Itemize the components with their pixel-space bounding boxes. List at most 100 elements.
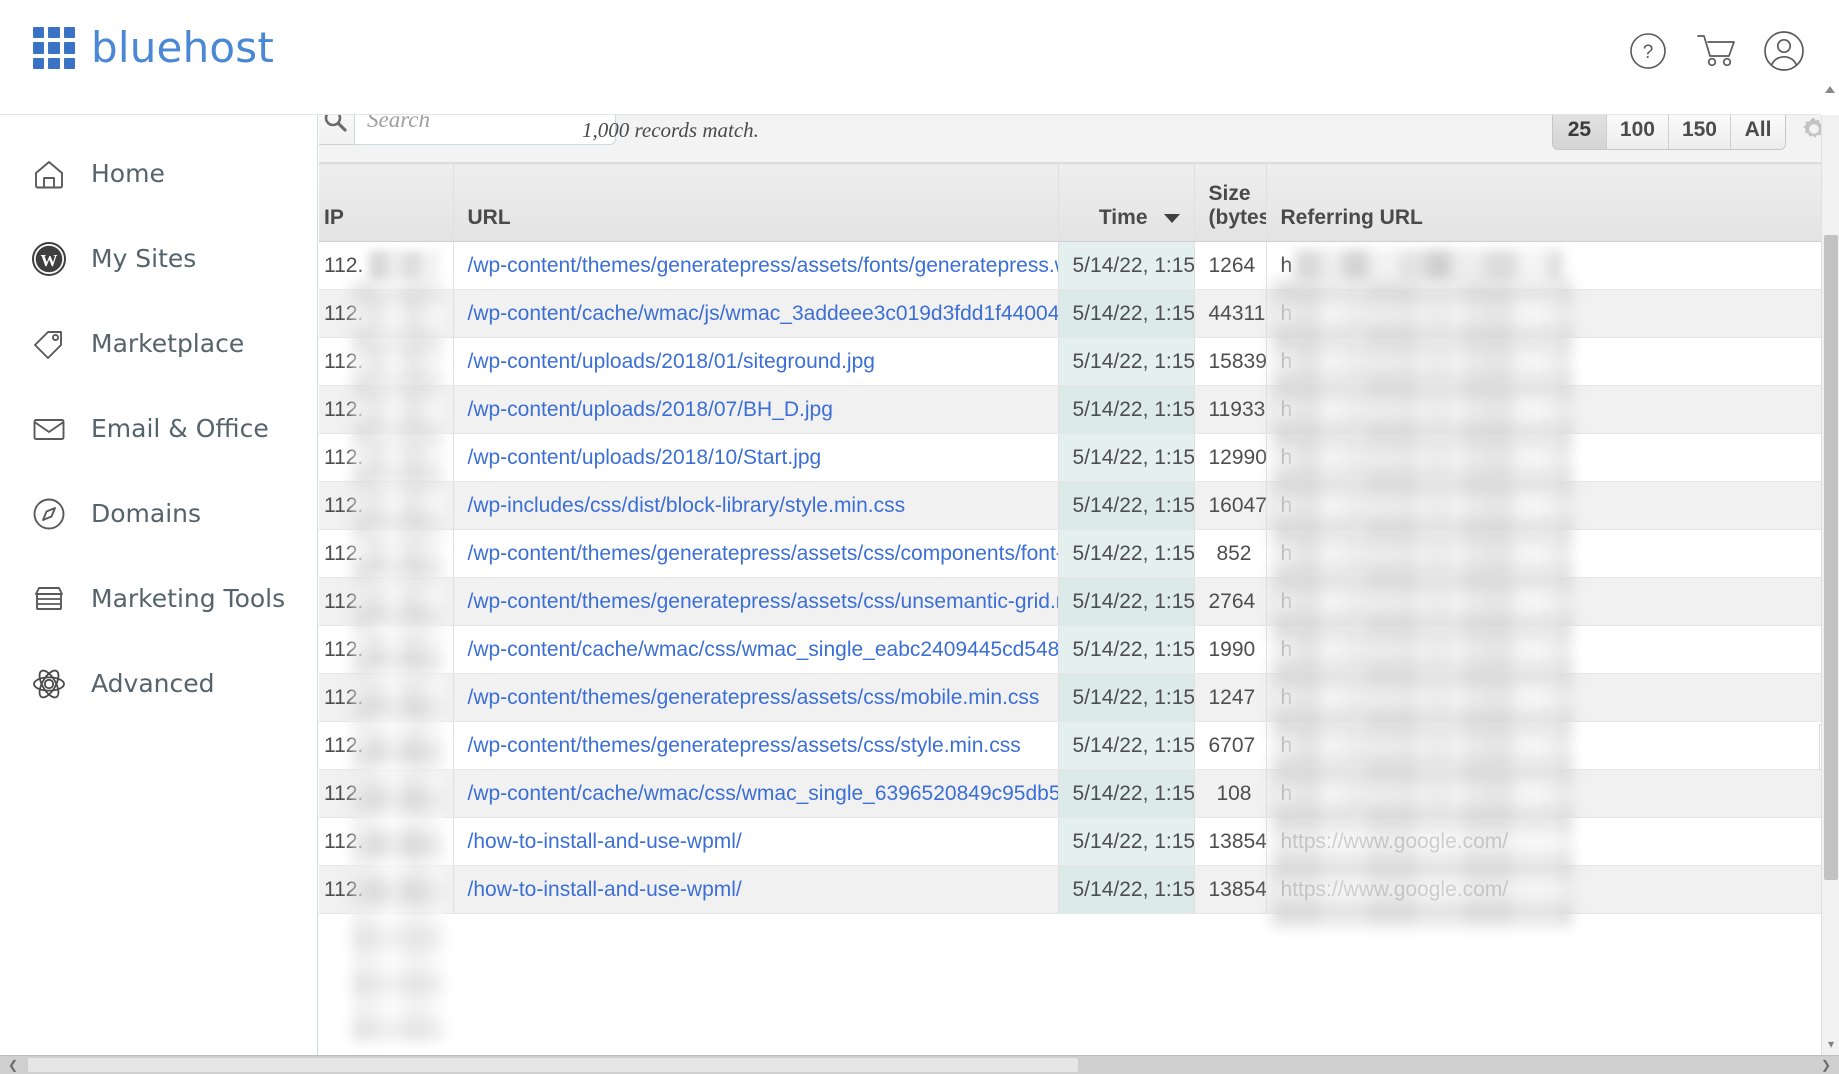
url-link[interactable]: /wp-content/cache/wmac/css/wmac_single_e… <box>468 638 1058 661</box>
vertical-scrollbar-thumb[interactable] <box>1824 235 1838 880</box>
page-size-100[interactable]: 100 <box>1606 115 1669 149</box>
table-row[interactable]: 112. /wp-content/themes/generatepress/ass… <box>319 721 1839 770</box>
cell-referring-url: h <box>1266 769 1839 818</box>
scroll-left-arrow-icon[interactable]: ❮ <box>2 1056 24 1074</box>
log-table-scroll-region[interactable]: IP URL Time Size (byte Referring URL 112… <box>319 163 1839 1056</box>
table-row[interactable]: 112. /wp-content/cache/wmac/css/wmac_sing… <box>319 625 1839 674</box>
ip-prefix: 112. <box>324 541 364 565</box>
url-link[interactable]: /wp-content/themes/generatepress/assets/… <box>468 686 1040 709</box>
scroll-right-arrow-icon[interactable]: ❯ <box>1815 1056 1837 1074</box>
atom-icon <box>29 664 69 704</box>
column-header-size[interactable]: Size (bytes) <box>1194 163 1267 242</box>
column-header-time[interactable]: Time <box>1058 163 1195 242</box>
cell-ip: 112. <box>319 289 454 338</box>
url-link[interactable]: /how-to-install-and-use-wpml/ <box>468 878 742 901</box>
ip-prefix: 112. <box>324 349 364 373</box>
cell-ip: 112. <box>319 241 454 290</box>
table-row[interactable]: 112. /wp-content/cache/wmac/js/wmac_3adde… <box>319 289 1839 338</box>
sidebar-item-email-office[interactable]: Email & Office <box>0 386 317 471</box>
url-link[interactable]: /wp-content/uploads/2018/07/BH_D.jpg <box>468 398 833 421</box>
table-row[interactable]: 112. /wp-content/uploads/2018/07/BH_D.jpg… <box>319 385 1839 434</box>
url-link[interactable]: /wp-content/uploads/2018/01/siteground.j… <box>468 350 875 373</box>
scroll-down-arrow-icon[interactable]: ▾ <box>1822 1035 1839 1053</box>
url-link[interactable]: /wp-content/cache/wmac/css/wmac_single_6… <box>468 782 1058 805</box>
page-size-all[interactable]: All <box>1731 115 1785 149</box>
vertical-scrollbar[interactable]: ▾ <box>1821 115 1839 1055</box>
svg-text:?: ? <box>1643 42 1654 63</box>
account-icon[interactable] <box>1763 30 1805 72</box>
sidebar-item-marketing-tools[interactable]: Marketing Tools <box>0 556 317 641</box>
referrer-redacted-block <box>1295 393 1564 426</box>
table-row[interactable]: 112. /wp-content/uploads/2018/10/Start.jp… <box>319 433 1839 482</box>
cell-ip: 112. <box>319 337 454 386</box>
ip-redacted-block <box>369 346 439 377</box>
sidebar-item-advanced[interactable]: Advanced <box>0 641 317 726</box>
ip-redacted-block <box>369 778 439 809</box>
table-row[interactable]: 112. /wp-content/uploads/2018/01/sitegrou… <box>319 337 1839 386</box>
cell-time: 5/14/22, 1:15 AM <box>1058 433 1195 482</box>
cart-icon[interactable] <box>1695 30 1737 72</box>
sidebar-item-label: My Sites <box>91 244 197 273</box>
search-icon[interactable] <box>319 115 354 145</box>
cell-ip: 112. <box>319 625 454 674</box>
cell-ip: 112. <box>319 577 454 626</box>
ip-redacted-block <box>369 442 439 473</box>
url-link[interactable]: /wp-content/themes/generatepress/assets/… <box>468 734 1021 757</box>
referrer-text: https://www.google.com/ <box>1280 829 1509 853</box>
sidebar-item-home[interactable]: Home <box>0 131 317 216</box>
table-row[interactable]: 112. /wp-content/themes/generatepress/ass… <box>319 673 1839 722</box>
referrer-prefix: h <box>1280 397 1293 421</box>
table-row[interactable]: 112. /wp-content/cache/wmac/css/wmac_sing… <box>319 769 1839 818</box>
storefront-icon <box>29 579 69 619</box>
cell-url: /wp-content/cache/wmac/css/wmac_single_6… <box>453 769 1059 818</box>
cell-size: 11933 <box>1194 385 1267 434</box>
url-link[interactable]: /wp-includes/css/dist/block-library/styl… <box>468 494 906 517</box>
table-row[interactable]: 112. /wp-content/themes/generatepress/ass… <box>319 577 1839 626</box>
url-link[interactable]: /wp-content/themes/generatepress/assets/… <box>468 542 1058 565</box>
primary-sidebar: Home W My Sites Marketplace Email & Offi… <box>0 115 318 1074</box>
url-link[interactable]: /wp-content/themes/generatepress/assets/… <box>468 590 1058 613</box>
cell-size: 1247 <box>1194 673 1267 722</box>
url-link[interactable]: /wp-content/themes/generatepress/assets/… <box>468 254 1058 277</box>
cell-time: 5/14/22, 1:15 AM <box>1058 289 1195 338</box>
page-size-25[interactable]: 25 <box>1552 115 1607 149</box>
column-header-ip[interactable]: IP <box>319 163 454 242</box>
url-link[interactable]: /wp-content/uploads/2018/10/Start.jpg <box>468 446 822 469</box>
cell-url: /wp-content/uploads/2018/01/siteground.j… <box>453 337 1059 386</box>
cell-time: 5/14/22, 1:15 AM <box>1058 337 1195 386</box>
cell-size: 108 <box>1194 769 1267 818</box>
cell-url: /wp-content/themes/generatepress/assets/… <box>453 577 1059 626</box>
ip-prefix: 112. <box>324 877 364 901</box>
help-icon[interactable]: ? <box>1627 30 1669 72</box>
ip-prefix: 112. <box>324 781 364 805</box>
table-row[interactable]: 112. /wp-includes/css/dist/block-library/… <box>319 481 1839 530</box>
column-header-url[interactable]: URL <box>453 163 1059 242</box>
table-row[interactable]: 112. /wp-content/themes/generatepress/ass… <box>319 241 1839 290</box>
table-row[interactable]: 112. /wp-content/themes/generatepress/ass… <box>319 529 1839 578</box>
sidebar-item-marketplace[interactable]: Marketplace <box>0 301 317 386</box>
search-input[interactable] <box>354 115 616 145</box>
referrer-redacted-block <box>1295 297 1564 330</box>
url-link[interactable]: /how-to-install-and-use-wpml/ <box>468 830 742 853</box>
sidebar-item-my-sites[interactable]: W My Sites <box>0 216 317 301</box>
horizontal-scrollbar-thumb[interactable] <box>28 1058 1078 1072</box>
referrer-redacted-block <box>1295 777 1564 810</box>
horizontal-scrollbar[interactable]: ❮ ❯ <box>0 1055 1839 1074</box>
referrer-redacted-block <box>1295 729 1564 762</box>
url-link[interactable]: /wp-content/cache/wmac/js/wmac_3addeee3c… <box>468 302 1058 325</box>
table-row[interactable]: 112. /how-to-install-and-use-wpml/5/14/22… <box>319 865 1839 914</box>
svg-text:W: W <box>41 251 58 270</box>
search-box <box>319 115 616 145</box>
cell-time: 5/14/22, 1:15 AM <box>1058 481 1195 530</box>
table-row[interactable]: 112. /how-to-install-and-use-wpml/5/14/22… <box>319 817 1839 866</box>
bluehost-logo[interactable]: bluehost <box>33 27 274 69</box>
cell-referring-url: h <box>1266 241 1839 290</box>
records-match-label: 1,000 records match. <box>582 118 759 142</box>
ip-redacted-block <box>369 538 439 569</box>
table-header: IP URL Time Size (byte Referring URL <box>319 163 1839 242</box>
page-size-150[interactable]: 150 <box>1668 115 1731 149</box>
sidebar-item-domains[interactable]: Domains <box>0 471 317 556</box>
scroll-up-arrow-icon[interactable] <box>1825 86 1835 93</box>
content-area: 1,000 records match. 25 100 150 All <box>319 115 1839 1074</box>
column-header-referring-url[interactable]: Referring URL <box>1266 163 1839 242</box>
